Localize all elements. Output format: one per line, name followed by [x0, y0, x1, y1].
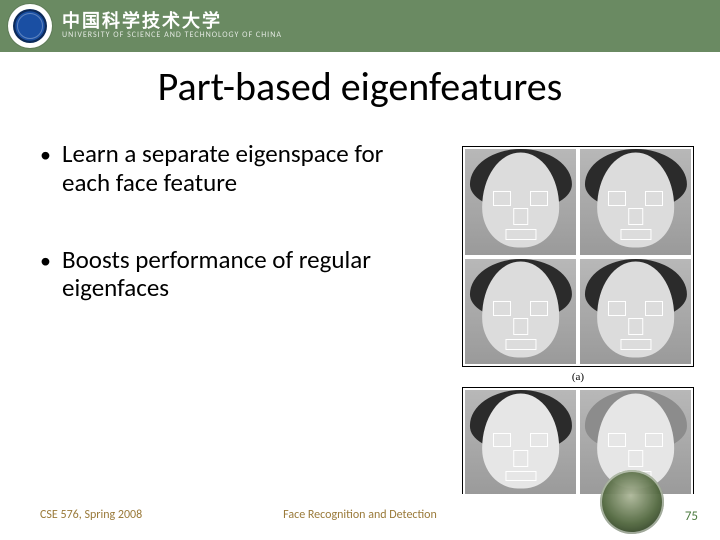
bullet-item: Learn a separate eigenspace for each fac… [40, 140, 430, 198]
bullet-text: Boosts performance of regular eigenfaces [62, 246, 430, 304]
face-thumbnail [580, 259, 691, 365]
university-name-en: UNIVERSITY OF SCIENCE AND TECHNOLOGY OF … [62, 31, 282, 39]
university-name-block: 中国科学技术大学 UNIVERSITY OF SCIENCE AND TECHN… [62, 12, 282, 39]
university-logo [8, 4, 52, 48]
face-thumbnail [465, 259, 576, 365]
page-number: 75 [685, 509, 698, 524]
face-thumbnail [465, 390, 576, 496]
bullet-dot-icon [40, 246, 62, 304]
slide-title: Part-based eigenfeatures [0, 62, 720, 111]
bullet-dot-icon [40, 140, 62, 198]
header-bar: 中国科学技术大学 UNIVERSITY OF SCIENCE AND TECHN… [0, 0, 720, 52]
bullet-text: Learn a separate eigenspace for each fac… [62, 140, 430, 198]
slide-body: Learn a separate eigenspace for each fac… [40, 140, 430, 351]
footer-emblem [600, 470, 664, 534]
face-thumbnail [465, 149, 576, 255]
figure-caption-a: (a) [462, 371, 694, 383]
face-grid-top [462, 146, 694, 367]
footer-left: CSE 576, Spring 2008 [40, 508, 142, 522]
eigenfeatures-figure: (a) [462, 146, 694, 458]
bullet-item: Boosts performance of regular eigenfaces [40, 246, 430, 304]
face-thumbnail [580, 149, 691, 255]
footer: CSE 576, Spring 2008 Face Recognition an… [0, 494, 720, 540]
footer-center: Face Recognition and Detection [283, 508, 437, 522]
university-name-cn: 中国科学技术大学 [62, 12, 282, 31]
